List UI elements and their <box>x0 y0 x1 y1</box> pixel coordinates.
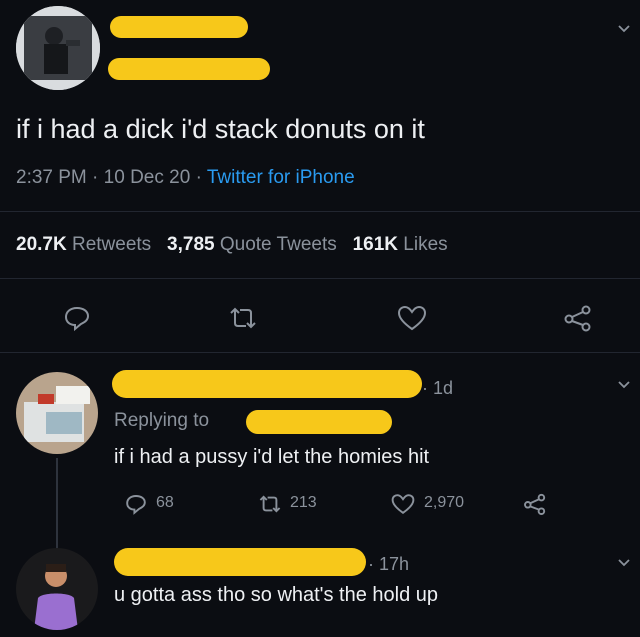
reply-icon[interactable] <box>124 492 148 516</box>
tweet-meta: 2:37 PM · 10 Dec 20 · Twitter for iPhone <box>16 167 355 189</box>
author-avatar[interactable] <box>16 6 100 90</box>
reply-author-redaction <box>114 548 366 576</box>
tweet-text: if i had a dick i'd stack donuts on it <box>16 114 425 144</box>
reply-count: 68 <box>156 494 174 511</box>
retweet-icon[interactable] <box>256 492 284 516</box>
meta-separator: · <box>92 167 99 188</box>
retweets-label: Retweets <box>71 234 152 255</box>
share-icon[interactable] <box>522 492 548 516</box>
reply-avatar[interactable] <box>16 372 98 454</box>
like-count: 2,970 <box>424 494 465 511</box>
author-handle-redaction <box>108 58 270 80</box>
like-icon[interactable] <box>396 303 428 333</box>
reply-author-redaction <box>112 370 422 398</box>
reply-text: if i had a pussy i'd let the homies hit <box>114 446 430 468</box>
chevron-down-icon[interactable] <box>616 20 632 36</box>
replying-to-handle-redaction <box>246 410 392 434</box>
divider <box>0 352 640 353</box>
replying-to-label: Replying to <box>114 410 210 431</box>
quotes-count: 3,785 <box>167 234 215 255</box>
retweet-count: 213 <box>290 494 317 511</box>
likes-label: Likes <box>403 234 448 255</box>
author-name-redaction <box>110 16 248 38</box>
meta-separator: · <box>195 167 202 188</box>
tweet-source-link[interactable]: Twitter for iPhone <box>207 167 355 188</box>
reply-text: u gotta ass tho so what's the hold up <box>114 584 439 606</box>
reply-age: · 1d <box>422 378 454 398</box>
divider <box>0 211 640 212</box>
divider <box>0 278 640 279</box>
retweet-icon[interactable] <box>226 303 260 333</box>
reply-icon[interactable] <box>62 303 92 333</box>
tweet-time: 2:37 PM <box>16 167 87 188</box>
likes-stat[interactable]: 161K Likes <box>353 234 448 255</box>
reply-avatar[interactable] <box>16 548 98 630</box>
quotes-label: Quote Tweets <box>219 234 337 255</box>
tweet-stats: 20.7K Retweets 3,785 Quote Tweets 161K L… <box>16 234 448 256</box>
chevron-down-icon[interactable] <box>616 554 632 570</box>
like-icon[interactable] <box>390 492 416 516</box>
chevron-down-icon[interactable] <box>616 376 632 392</box>
retweets-stat[interactable]: 20.7K Retweets <box>16 234 156 255</box>
retweets-count: 20.7K <box>16 234 67 255</box>
tweet-date: 10 Dec 20 <box>103 167 191 188</box>
thread-line <box>56 458 58 550</box>
likes-count: 161K <box>352 234 399 255</box>
share-icon[interactable] <box>562 303 594 333</box>
quotes-stat[interactable]: 3,785 Quote Tweets <box>167 234 342 255</box>
reply-age: · 17h <box>368 554 410 574</box>
